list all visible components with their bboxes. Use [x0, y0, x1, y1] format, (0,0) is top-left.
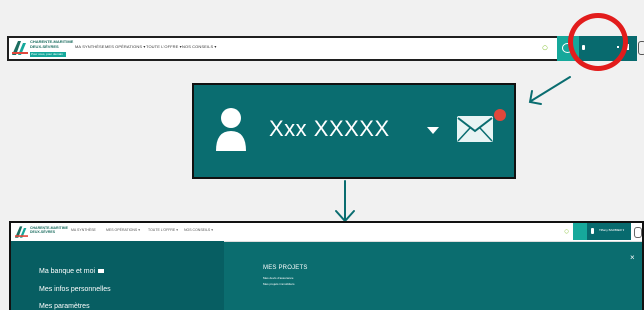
user-icon	[591, 228, 594, 234]
nav-operations[interactable]: MES OPÉRATIONS ▾	[105, 44, 145, 49]
sidebar-item-banque[interactable]: Ma banque et moi	[39, 268, 105, 275]
nav-offre[interactable]: TOUTE L'OFFRE ▾	[148, 228, 178, 232]
mail-icon[interactable]	[457, 116, 493, 142]
zoomed-account-panel: Xxx XXXXX	[192, 83, 516, 179]
nav-operations[interactable]: MES OPÉRATIONS ▾	[106, 228, 140, 232]
close-icon[interactable]: ×	[630, 253, 635, 262]
top-header: CHARENTE-MARITIME DEUX-SÈVRES Pour vous,…	[7, 36, 644, 61]
logo-line2: DEUX-SÈVRES	[30, 230, 56, 234]
user-icon	[216, 108, 246, 151]
brand-logo[interactable]: CHARENTE-MARITIME DEUX-SÈVRES	[15, 225, 68, 239]
power-icon[interactable]	[638, 41, 644, 55]
account-menu-button[interactable]: Tiffany BARBIER ▾	[587, 223, 631, 240]
search-icon[interactable]: ○	[564, 224, 569, 238]
power-icon[interactable]	[634, 227, 642, 238]
search-icon[interactable]: ○	[540, 41, 550, 55]
projects-title: MES PROJETS	[263, 265, 308, 271]
arrow-head-upper	[528, 90, 542, 105]
ca-logo-icon	[15, 226, 28, 238]
sidebar-item-infos[interactable]: Mes infos personnelles	[39, 286, 111, 293]
logo-line2: DEUX-SÈVRES	[30, 44, 59, 49]
chevron-down-icon[interactable]	[427, 127, 439, 134]
chat-button[interactable]	[573, 223, 587, 240]
nav-conseils[interactable]: NOS CONSEILS ▾	[182, 44, 217, 49]
sidebar-item-parametres[interactable]: Mes paramètres	[39, 303, 90, 310]
arrow-head-lower	[335, 210, 355, 223]
brand-logo[interactable]: CHARENTE-MARITIME DEUX-SÈVRES Pour vous,…	[12, 39, 73, 58]
notification-badge	[494, 109, 506, 121]
bottom-header: CHARENTE-MARITIME DEUX-SÈVRES MA SYNTHÈS…	[11, 223, 642, 242]
projects-link-insurance[interactable]: Mes devis d'assurance	[263, 276, 293, 280]
highlight-circle	[568, 13, 628, 71]
logo-tagline: Pour vous, pour demain	[30, 52, 66, 57]
expanded-menu-screenshot: CHARENTE-MARITIME DEUX-SÈVRES MA SYNTHÈS…	[9, 221, 644, 310]
account-sidebar: Ma banque et moi Mes infos personnelles …	[11, 241, 224, 310]
nav-synthese[interactable]: MA SYNTHÈSE	[75, 44, 105, 49]
ca-logo-icon	[12, 41, 28, 55]
user-name[interactable]: Xxx XXXXX	[269, 116, 390, 142]
nav-synthese[interactable]: MA SYNTHÈSE	[71, 228, 96, 232]
nav-offre[interactable]: TOUTE L'OFFRE ▾	[146, 44, 182, 49]
nav-conseils[interactable]: NOS CONSEILS ▾	[184, 228, 213, 232]
sidebar-item-label: Ma banque et moi	[39, 268, 96, 275]
account-name: Tiffany BARBIER ▾	[599, 228, 625, 232]
mail-icon	[98, 269, 105, 274]
arrow-line-upper	[530, 76, 571, 102]
projects-link-realestate[interactable]: Mes projets immobiliers	[263, 282, 295, 286]
